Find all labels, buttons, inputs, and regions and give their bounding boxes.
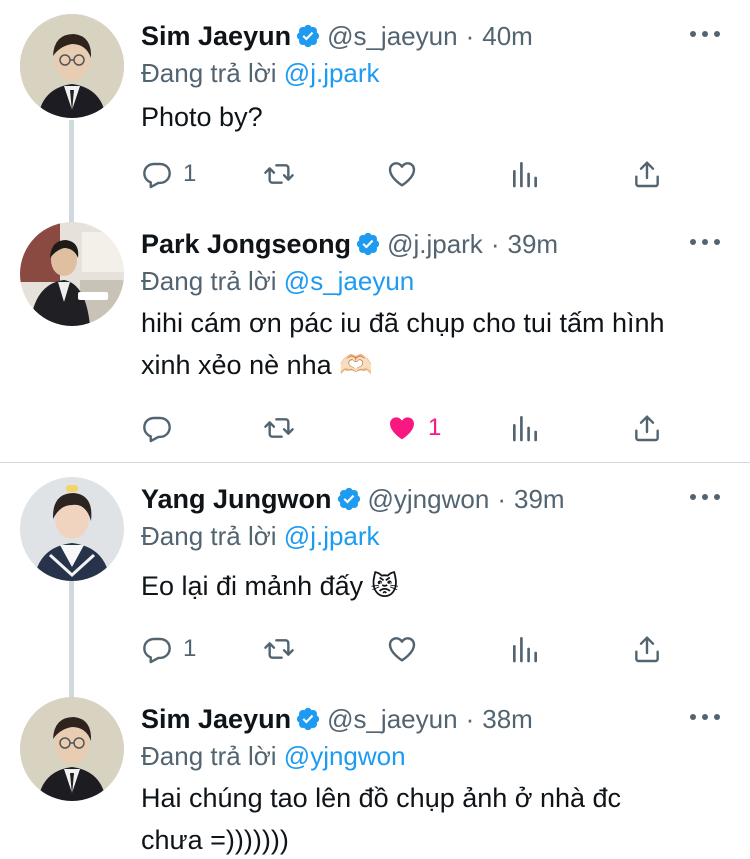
reply-button[interactable]: 1 xyxy=(141,154,196,194)
more-icon[interactable] xyxy=(690,485,720,509)
tweet[interactable]: Sim Jaeyun @s_jaeyun · 38m Đang trả lời … xyxy=(0,697,750,859)
replying-to: Đang trả lời @j.jpark xyxy=(141,521,380,552)
tweet[interactable]: Yang Jungwon @yjngwon · 39m Đang trả lời… xyxy=(0,477,750,687)
separator-dot: · xyxy=(465,20,475,51)
analytics-icon xyxy=(513,416,537,442)
handle[interactable]: @s_jaeyun xyxy=(327,21,457,52)
share-button[interactable] xyxy=(631,154,663,194)
timestamp[interactable]: 40m xyxy=(482,21,533,52)
replying-to: Đang trả lời @yjngwon xyxy=(141,741,406,772)
reply-icon xyxy=(143,637,171,664)
like-button[interactable] xyxy=(386,154,428,194)
tweet-text-line: xinh xẻo nè nha 🫶🏻 xyxy=(141,350,373,380)
tweet-divider xyxy=(0,462,750,463)
reply-count: 1 xyxy=(183,160,197,187)
tweet-text: Hai chúng tao lên đồ chụp ảnh ở nhà đc c… xyxy=(141,777,731,859)
tweet-text: Eo lại đi mảnh đấy 😾 xyxy=(141,565,731,607)
retweet-button[interactable] xyxy=(263,154,295,194)
like-icon xyxy=(390,417,414,440)
like-button[interactable]: 1 xyxy=(386,408,441,448)
share-icon xyxy=(635,415,659,442)
share-button[interactable] xyxy=(631,629,663,669)
replying-label: Đang trả lời xyxy=(141,58,277,88)
retweet-button[interactable] xyxy=(263,408,295,448)
replying-to: Đang trả lời @j.jpark xyxy=(141,58,380,89)
tweet-text-line: Hai chúng tao lên đồ chụp ảnh ở nhà đc xyxy=(141,783,622,813)
share-icon xyxy=(635,161,659,188)
replying-label: Đang trả lời xyxy=(141,266,277,296)
tweet-header: Yang Jungwon @yjngwon · 39m xyxy=(141,481,690,517)
tweet-header: Park Jongseong @j.jpark · 39m xyxy=(141,226,690,262)
tweet-text-line: Photo by? xyxy=(141,102,263,132)
replying-mention[interactable]: @j.jpark xyxy=(284,58,380,88)
retweet-icon xyxy=(264,418,294,438)
more-icon[interactable] xyxy=(690,230,720,254)
handle[interactable]: @j.jpark xyxy=(387,229,483,260)
avatar[interactable] xyxy=(20,477,124,581)
verified-badge-icon xyxy=(336,486,362,512)
reply-count: 1 xyxy=(183,635,197,662)
share-icon xyxy=(635,636,659,663)
action-bar: 1 xyxy=(141,629,681,669)
action-bar: 1 xyxy=(141,154,681,194)
tweet-text: hihi cám ơn pác iu đã chụp cho tui tấm h… xyxy=(141,302,731,386)
avatar[interactable] xyxy=(20,222,124,326)
replying-mention[interactable]: @yjngwon xyxy=(284,741,406,771)
timestamp[interactable]: 39m xyxy=(514,484,565,515)
retweet-icon xyxy=(264,164,294,184)
retweet-button[interactable] xyxy=(263,629,295,669)
tweet-text-line: hihi cám ơn pác iu đã chụp cho tui tấm h… xyxy=(141,308,665,338)
separator-dot: · xyxy=(465,703,475,734)
tweet-header: Sim Jaeyun @s_jaeyun · 38m xyxy=(141,701,690,737)
separator-dot: · xyxy=(497,483,506,514)
analytics-icon xyxy=(513,637,537,663)
more-icon[interactable] xyxy=(690,22,720,46)
reply-icon xyxy=(143,162,171,189)
verified-badge-icon xyxy=(355,231,381,257)
tweet-text-line: Eo lại đi mảnh đấy 😾 xyxy=(141,571,399,601)
replying-mention[interactable]: @j.jpark xyxy=(284,521,380,551)
handle[interactable]: @s_jaeyun xyxy=(327,704,457,735)
replying-mention[interactable]: @s_jaeyun xyxy=(284,266,414,296)
reply-button[interactable]: 1 xyxy=(141,629,196,669)
avatar[interactable] xyxy=(20,14,124,118)
reply-button[interactable] xyxy=(141,408,183,448)
more-icon[interactable] xyxy=(690,705,720,729)
timestamp[interactable]: 38m xyxy=(482,704,533,735)
reply-icon xyxy=(143,416,171,443)
action-bar: 1 xyxy=(141,408,681,448)
analytics-button[interactable] xyxy=(509,154,541,194)
replying-label: Đang trả lời xyxy=(141,741,277,771)
replying-label: Đang trả lời xyxy=(141,521,277,551)
timestamp[interactable]: 39m xyxy=(507,229,558,260)
retweet-icon xyxy=(264,639,294,659)
display-name[interactable]: Yang Jungwon xyxy=(141,484,332,515)
display-name[interactable]: Sim Jaeyun xyxy=(141,21,291,52)
handle[interactable]: @yjngwon xyxy=(368,484,490,515)
tweet[interactable]: Sim Jaeyun @s_jaeyun · 40m Đang trả lời … xyxy=(0,14,750,214)
like-icon xyxy=(388,637,416,662)
tweet-text: Photo by? xyxy=(141,96,731,138)
tweet-text-line: chưa =))))))) xyxy=(141,825,289,855)
separator-dot: · xyxy=(490,228,500,259)
display-name[interactable]: Sim Jaeyun xyxy=(141,704,291,735)
verified-badge-icon xyxy=(295,706,321,732)
like-icon xyxy=(388,162,416,187)
like-count: 1 xyxy=(428,414,442,441)
analytics-button[interactable] xyxy=(509,629,541,669)
analytics-button[interactable] xyxy=(509,408,541,448)
share-button[interactable] xyxy=(631,408,663,448)
verified-badge-icon xyxy=(295,23,321,49)
replying-to: Đang trả lời @s_jaeyun xyxy=(141,266,414,297)
display-name[interactable]: Park Jongseong xyxy=(141,229,351,260)
avatar[interactable] xyxy=(20,697,124,801)
tweet[interactable]: Park Jongseong @j.jpark · 39m Đang trả l… xyxy=(0,222,750,460)
like-button[interactable] xyxy=(386,629,428,669)
analytics-icon xyxy=(513,162,537,188)
tweet-header: Sim Jaeyun @s_jaeyun · 40m xyxy=(141,18,690,54)
